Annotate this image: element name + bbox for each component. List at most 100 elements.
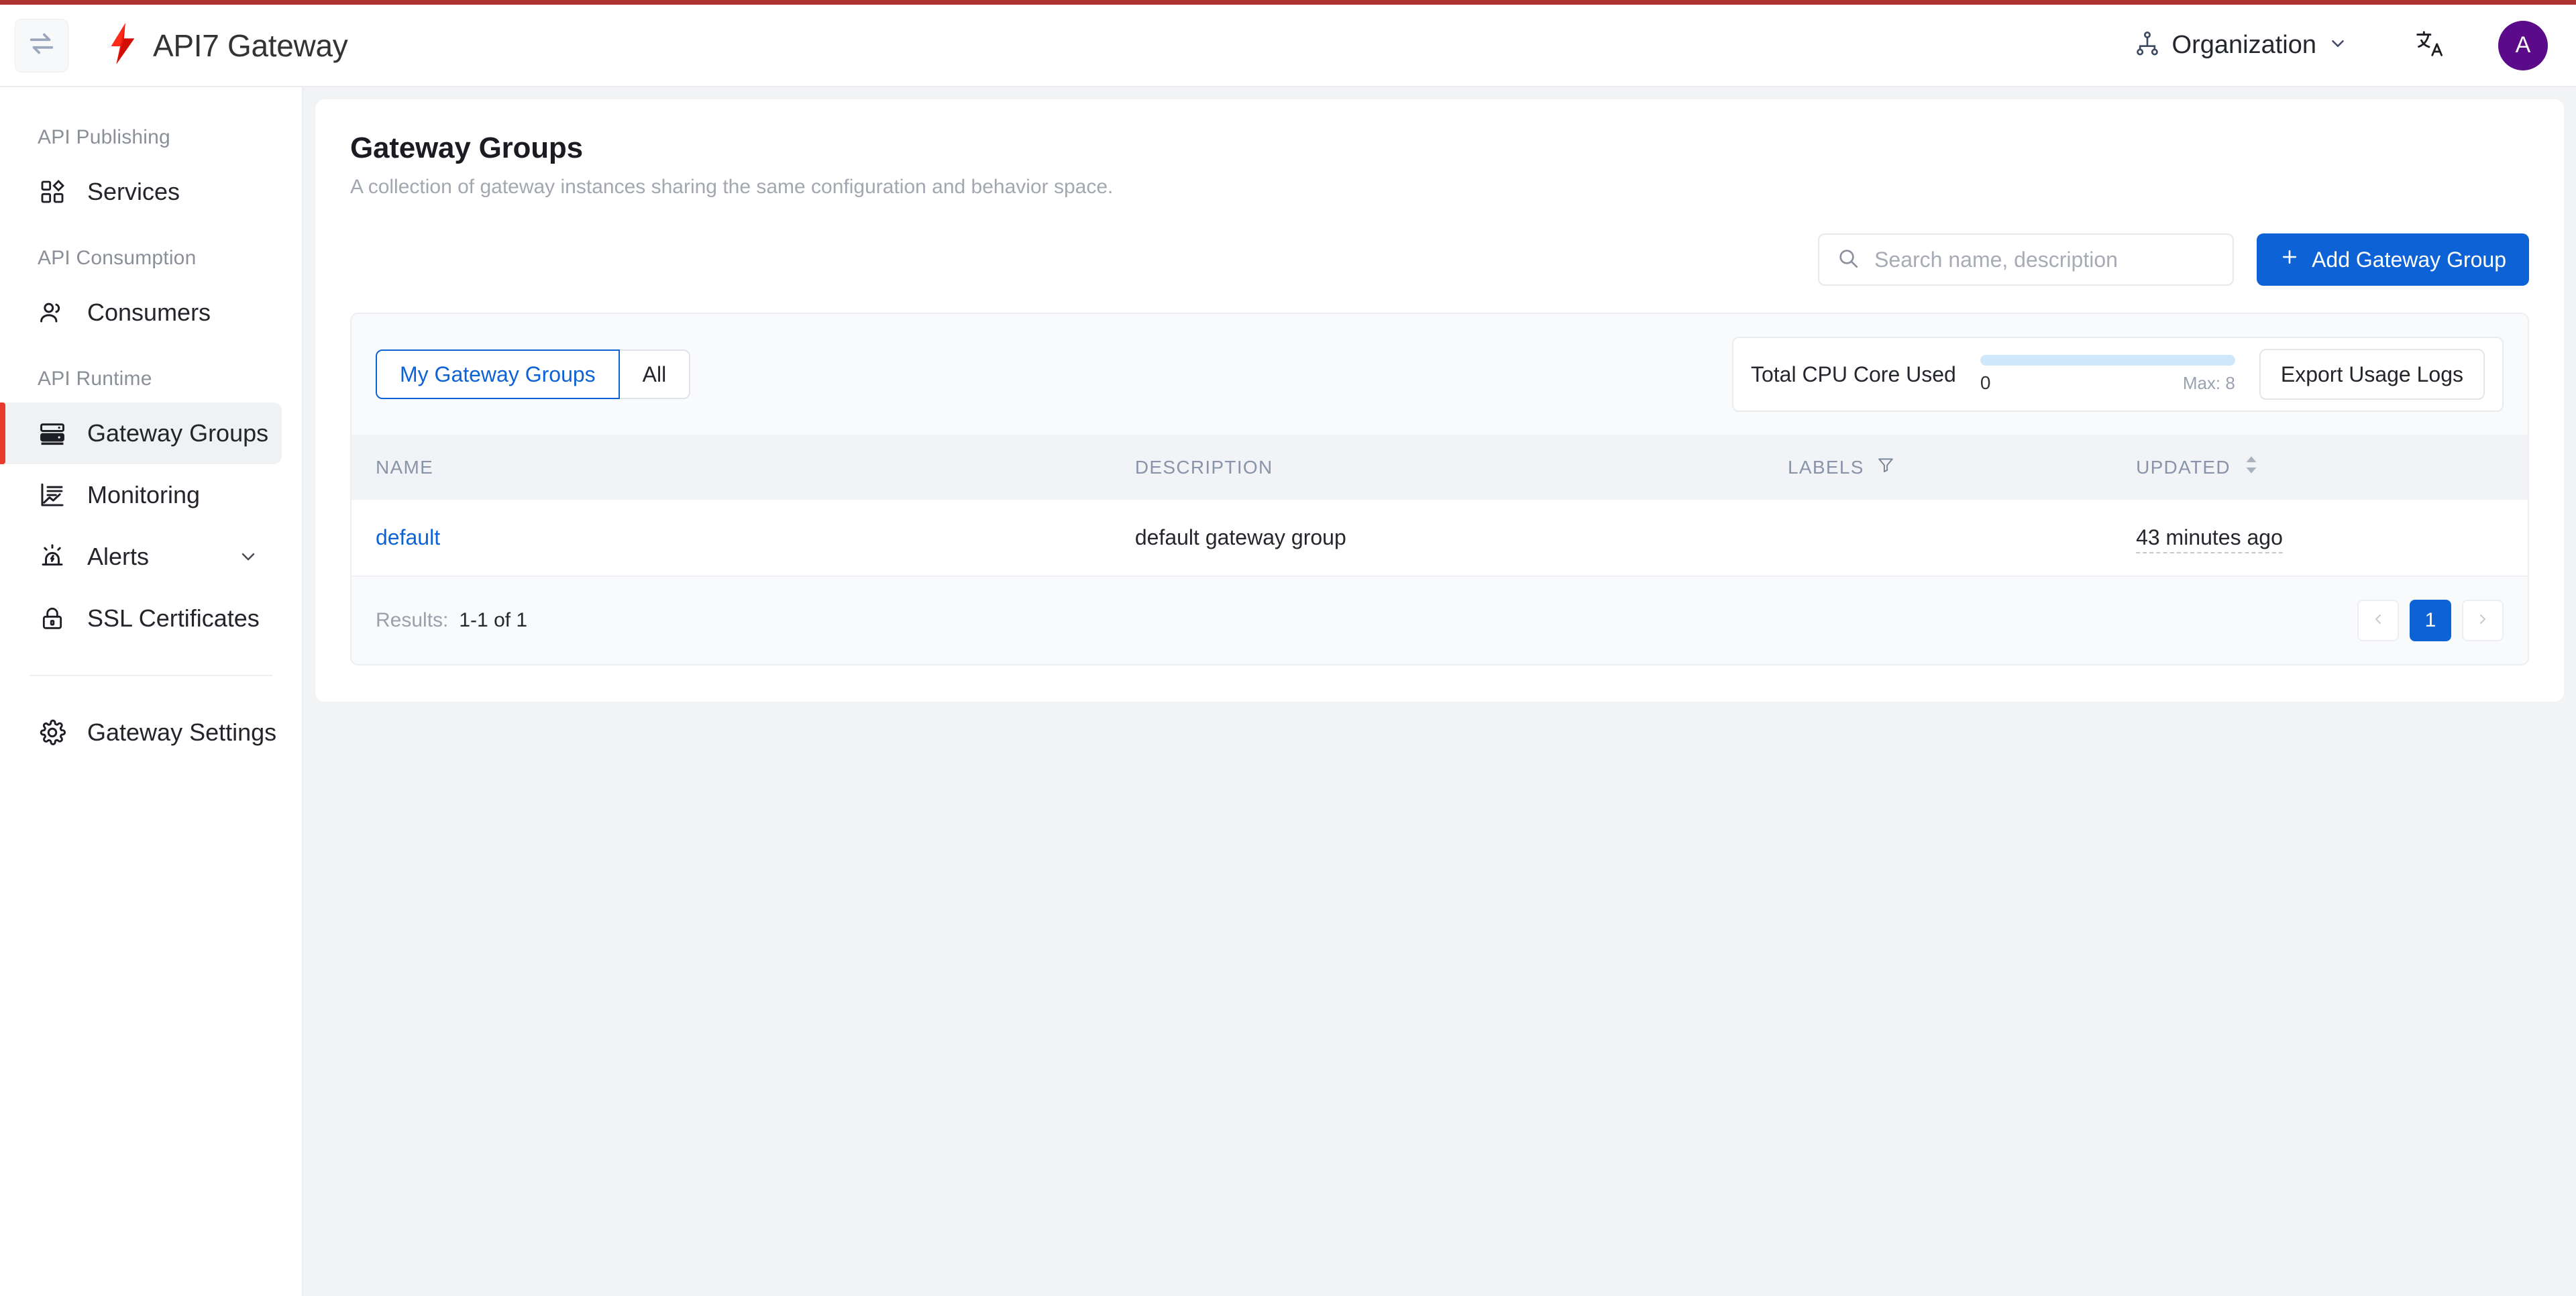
brand[interactable]: API7 Gateway <box>107 23 348 68</box>
collapse-sidebar-icon <box>26 28 57 62</box>
collapse-sidebar-button[interactable] <box>15 18 68 72</box>
column-label: LABELS <box>1788 456 1864 478</box>
cpu-usage-value: 0 <box>1980 372 1991 393</box>
app-title: API7 Gateway <box>153 28 348 63</box>
sidebar-item-label: Gateway Settings <box>87 718 277 746</box>
tab-all[interactable]: All <box>619 349 691 399</box>
pagination-page-1[interactable]: 1 <box>2410 600 2451 641</box>
sidebar-item-gateway-groups[interactable]: Gateway Groups <box>0 402 282 464</box>
avatar[interactable]: A <box>2498 20 2548 70</box>
table-header-row: NAME DESCRIPTION LABELS UPDATED <box>352 435 2528 500</box>
column-label: DESCRIPTION <box>1134 456 1273 478</box>
column-header-description[interactable]: DESCRIPTION <box>1134 435 1788 500</box>
page-card: Gateway Groups A collection of gateway i… <box>315 99 2564 702</box>
pagination: 1 <box>2357 600 2504 641</box>
gear-icon <box>38 718 67 747</box>
cell-description: default gateway group <box>1134 500 1788 577</box>
body-area: API Publishing Services API Consumption <box>0 87 2576 1296</box>
table-footer: Results: 1-1 of 1 1 <box>352 577 2528 664</box>
panel-toolbar: My Gateway Groups All Total CPU Core Use… <box>352 314 2528 435</box>
grid-shapes-icon <box>38 177 67 207</box>
sidebar-item-monitoring[interactable]: Monitoring <box>0 464 282 526</box>
table-row[interactable]: default default gateway group 43 minutes… <box>352 500 2528 577</box>
tab-my-gateway-groups[interactable]: My Gateway Groups <box>376 349 620 399</box>
gateway-groups-panel: My Gateway Groups All Total CPU Core Use… <box>350 313 2529 665</box>
column-label: NAME <box>376 456 434 478</box>
sidebar-item-gateway-settings[interactable]: Gateway Settings <box>0 702 282 763</box>
search-input[interactable] <box>1874 247 2216 272</box>
sidebar: API Publishing Services API Consumption <box>0 87 303 1296</box>
sidebar-item-label: Gateway Groups <box>87 419 269 447</box>
cpu-usage-label: Total CPU Core Used <box>1750 362 1956 386</box>
results-label: Results: <box>376 609 449 631</box>
page-subtitle: A collection of gateway instances sharin… <box>350 176 1114 198</box>
filter-funnel-icon[interactable] <box>1876 455 1895 479</box>
users-icon <box>38 298 67 327</box>
search-icon <box>1837 247 1860 273</box>
table-body: default default gateway group 43 minutes… <box>352 500 2528 577</box>
server-rack-icon <box>38 419 67 448</box>
alarm-light-icon <box>38 542 67 572</box>
chevron-left-icon <box>2370 611 2386 631</box>
column-header-name[interactable]: NAME <box>352 435 1135 500</box>
add-gateway-group-button[interactable]: Add Gateway Group <box>2257 233 2529 286</box>
organization-hierarchy-icon <box>2134 30 2161 60</box>
sidebar-item-label: Services <box>87 178 180 205</box>
column-header-updated[interactable]: UPDATED <box>2136 435 2528 500</box>
table-header: NAME DESCRIPTION LABELS UPDATED <box>352 435 2528 500</box>
chevron-right-icon <box>2475 611 2491 631</box>
sidebar-item-label: Alerts <box>87 543 150 570</box>
translate-icon <box>2414 28 2445 62</box>
cpu-usage-max: Max: 8 <box>2182 373 2235 393</box>
cpu-bar-track <box>1980 355 2235 366</box>
sidebar-section-api-consumption: API Consumption <box>38 247 197 269</box>
chevron-down-icon[interactable] <box>237 546 259 568</box>
organization-selector[interactable]: Organization <box>2122 21 2360 70</box>
page-toolbar: Add Gateway Group <box>350 233 2529 286</box>
results-value: 1-1 of 1 <box>459 609 528 631</box>
search-box[interactable] <box>1818 233 2235 286</box>
cpu-bar-fill <box>1980 355 2235 366</box>
column-header-labels[interactable]: LABELS <box>1788 435 2137 500</box>
pagination-prev-button[interactable] <box>2357 600 2399 641</box>
sidebar-item-label: Monitoring <box>87 481 201 508</box>
cell-name: default <box>352 500 1135 577</box>
app-header: API7 Gateway Organization A <box>0 5 2576 87</box>
cpu-usage-panel: Total CPU Core Used 0 Max: 8 Export Usag… <box>1731 337 2504 412</box>
column-label: UPDATED <box>2136 456 2231 478</box>
scope-tabs: My Gateway Groups All <box>376 349 691 399</box>
sidebar-item-ssl-certificates[interactable]: SSL Certificates <box>0 588 282 649</box>
cell-updated: 43 minutes ago <box>2136 500 2528 577</box>
sidebar-item-alerts[interactable]: Alerts <box>0 526 282 588</box>
sidebar-section-api-publishing: API Publishing <box>38 126 170 148</box>
cpu-usage-meter: 0 Max: 8 <box>1980 355 2235 394</box>
sidebar-section-api-runtime: API Runtime <box>38 368 152 390</box>
export-usage-logs-button[interactable]: Export Usage Logs <box>2259 349 2485 400</box>
pagination-next-button[interactable] <box>2462 600 2504 641</box>
sidebar-item-services[interactable]: Services <box>0 161 282 223</box>
sidebar-item-label: Consumers <box>87 299 211 326</box>
chart-line-icon <box>38 480 67 510</box>
chevron-down-icon <box>2328 34 2348 57</box>
organization-label: Organization <box>2171 31 2316 59</box>
header-actions: Organization A <box>2122 20 2576 70</box>
lock-icon <box>38 604 67 633</box>
language-switch-button[interactable] <box>2407 21 2451 69</box>
api7-lightning-logo <box>107 23 138 68</box>
updated-relative-time: 43 minutes ago <box>2136 525 2283 553</box>
avatar-initial: A <box>2515 32 2531 58</box>
gateway-groups-table: NAME DESCRIPTION LABELS UPDATED default … <box>352 435 2528 577</box>
results-summary: Results: 1-1 of 1 <box>376 609 527 632</box>
app-root: API7 Gateway Organization A API Publishi… <box>0 0 2576 1296</box>
add-gateway-group-label: Add Gateway Group <box>2312 247 2506 272</box>
sidebar-item-label: SSL Certificates <box>87 604 260 632</box>
main-content: Gateway Groups A collection of gateway i… <box>303 87 2576 1296</box>
sort-arrows-icon[interactable] <box>2243 455 2260 480</box>
sidebar-divider <box>30 675 272 676</box>
plus-icon <box>2279 247 2300 272</box>
top-accent-stripe <box>0 0 2576 5</box>
page-title: Gateway Groups <box>350 131 583 164</box>
cell-labels <box>1788 500 2137 577</box>
sidebar-item-consumers[interactable]: Consumers <box>0 282 282 343</box>
gateway-group-link[interactable]: default <box>376 525 440 549</box>
